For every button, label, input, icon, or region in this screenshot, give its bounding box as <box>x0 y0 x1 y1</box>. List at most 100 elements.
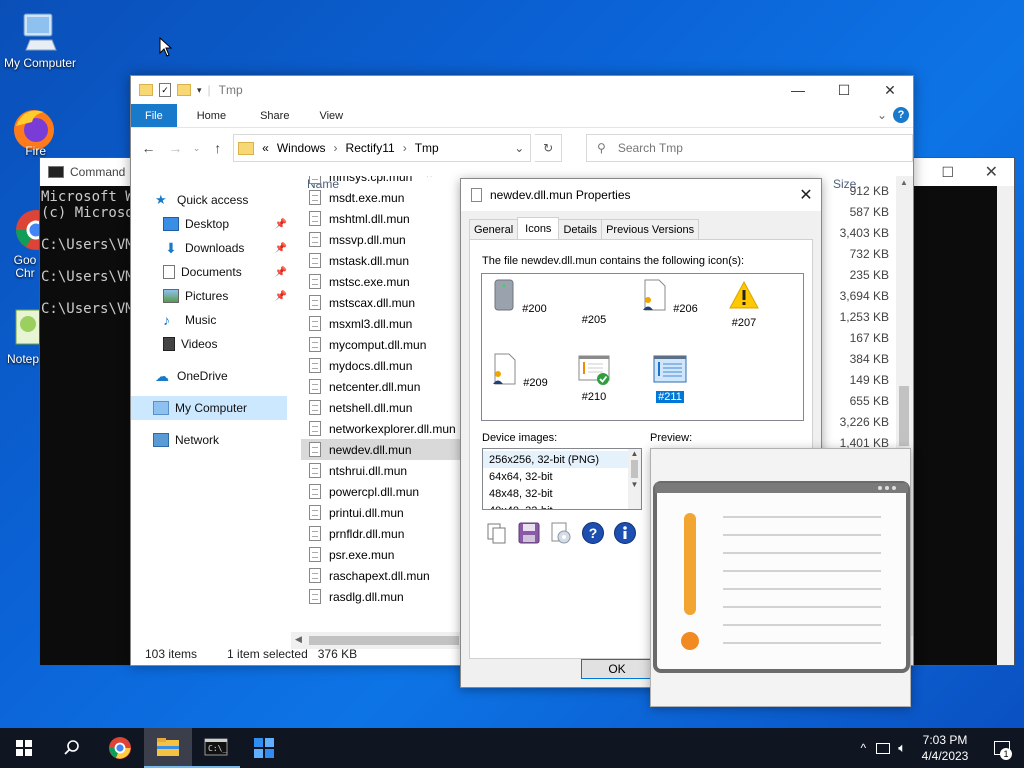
ok-button[interactable]: OK <box>581 659 653 679</box>
breadcrumb-sep[interactable]: › <box>403 141 407 155</box>
icon-cell[interactable]: #209 <box>490 352 550 389</box>
notification-center-button[interactable]: 1 <box>980 728 1024 768</box>
close-button[interactable]: ✕ <box>867 76 913 104</box>
show-hidden-icons-icon[interactable]: ^ <box>861 741 867 755</box>
list-item[interactable]: 64x64, 32-bit <box>483 468 641 485</box>
nav-quick-access[interactable]: ★ Quick access <box>131 188 287 212</box>
breadcrumb-sep[interactable]: › <box>334 141 338 155</box>
properties-icon[interactable]: ✓ <box>159 83 171 97</box>
expand-ribbon-icon[interactable]: ⌄ <box>877 108 887 122</box>
save-button[interactable] <box>516 520 542 546</box>
scroll-thumb[interactable] <box>631 460 638 478</box>
tab-view[interactable]: View <box>303 104 359 127</box>
file-row[interactable]: msxml3.dll.mun <box>301 313 461 334</box>
tab-home[interactable]: Home <box>177 104 246 127</box>
help-icon[interactable]: ? <box>893 107 909 123</box>
taskbar-file-explorer[interactable] <box>144 728 192 768</box>
tab-previous-versions[interactable]: Previous Versions <box>601 219 700 239</box>
start-button[interactable] <box>0 728 48 768</box>
tab-details[interactable]: Details <box>558 219 603 239</box>
back-button[interactable]: ← <box>137 140 160 156</box>
recent-locations-button[interactable]: ⌄ <box>191 143 202 154</box>
customize-quick-access-icon[interactable]: ▾ <box>197 85 202 96</box>
icon-cell-selected[interactable]: #211 <box>640 352 700 404</box>
search-input[interactable]: ⚲ Search Tmp <box>586 134 913 162</box>
breadcrumb-rectify11[interactable]: Rectify11 <box>346 141 395 155</box>
file-row[interactable]: mstask.dll.mun <box>301 250 461 271</box>
breadcrumb-windows[interactable]: Windows <box>277 141 326 155</box>
nav-desktop[interactable]: Desktop 📌 <box>131 212 287 236</box>
tab-share[interactable]: Share <box>246 104 303 127</box>
file-row[interactable]: mstscax.dll.mun <box>301 292 461 313</box>
file-row[interactable]: raschapext.dll.mun <box>301 565 461 586</box>
taskbar-rectify11-app[interactable] <box>240 728 288 768</box>
scroll-thumb[interactable] <box>309 636 459 645</box>
nav-downloads[interactable]: ⬇ Downloads 📌 <box>131 236 287 260</box>
help-button[interactable]: ? <box>580 520 606 546</box>
file-row[interactable]: powercpl.dll.mun <box>301 481 461 502</box>
nav-documents[interactable]: Documents 📌 <box>131 260 287 284</box>
address-bar[interactable]: « Windows › Rectify11 › Tmp ⌄ <box>233 134 532 162</box>
forward-button[interactable]: → <box>164 140 187 156</box>
search-button[interactable] <box>48 728 96 768</box>
icon-cell[interactable]: #207 <box>714 278 774 329</box>
file-row[interactable]: networkexplorer.dll.mun <box>301 418 461 439</box>
icon-cell[interactable]: #210 <box>564 352 624 403</box>
file-row[interactable]: msdt.exe.mun <box>301 187 461 208</box>
file-row[interactable]: prnfldr.dll.mun <box>301 523 461 544</box>
nav-network[interactable]: Network <box>131 428 287 452</box>
file-row[interactable]: newdev.dll.mun <box>301 439 461 460</box>
copy-button[interactable] <box>484 520 510 546</box>
network-icon[interactable] <box>876 742 891 754</box>
nav-videos[interactable]: Videos <box>131 332 287 356</box>
file-row[interactable]: printui.dll.mun <box>301 502 461 523</box>
file-row[interactable]: mstsc.exe.mun <box>301 271 461 292</box>
up-button[interactable]: ↑ <box>206 140 229 156</box>
file-row[interactable]: mssvp.dll.mun <box>301 229 461 250</box>
icon-cell[interactable]: #206 <box>640 278 700 315</box>
maximize-button[interactable]: ☐ <box>821 76 867 104</box>
icon-cell[interactable]: #205 <box>564 278 624 326</box>
desktop-icon-notepad[interactable]: Notep <box>6 306 41 366</box>
nav-my-computer[interactable]: My Computer <box>131 396 287 420</box>
address-dropdown-icon[interactable]: ⌄ <box>514 141 524 155</box>
file-row[interactable]: mydocs.dll.mun <box>301 355 461 376</box>
breadcrumb-overflow[interactable]: « <box>262 141 269 155</box>
nav-onedrive[interactable]: ☁ OneDrive <box>131 364 287 388</box>
desktop-icon-my-computer[interactable]: My Computer <box>0 10 80 70</box>
device-images-list[interactable]: 256x256, 32-bit (PNG) 64x64, 32-bit 48x4… <box>482 448 642 510</box>
file-row[interactable]: netshell.dll.mun <box>301 397 461 418</box>
desktop-icon-chrome[interactable]: Goo Chr <box>10 208 56 280</box>
cmd-close-button[interactable]: ✕ <box>985 162 998 182</box>
file-row[interactable]: psr.exe.mun <box>301 544 461 565</box>
icon-cell[interactable]: #200 <box>490 278 550 315</box>
list-scrollbar[interactable]: ▲ ▼ <box>628 449 641 509</box>
taskbar-command-prompt[interactable]: C:\_ <box>192 728 240 768</box>
cmd-maximize-button[interactable]: ☐ <box>941 164 954 181</box>
tab-icons[interactable]: Icons <box>517 217 560 239</box>
extract-button[interactable] <box>548 520 574 546</box>
file-row[interactable]: mycomput.dll.mun <box>301 334 461 355</box>
volume-icon[interactable]: 🔈︎ <box>898 740 906 756</box>
tab-file[interactable]: File <box>131 104 177 127</box>
cmd-scrollbar[interactable] <box>997 186 1014 665</box>
dialog-close-button[interactable]: ✕ <box>791 179 821 211</box>
info-button[interactable] <box>612 520 638 546</box>
icon-grid[interactable]: #200 #205 #206 #207 #209 #210 #211 <box>481 273 804 421</box>
list-item[interactable]: 256x256, 32-bit (PNG) <box>483 451 641 468</box>
file-row[interactable]: rasdlg.dll.mun <box>301 586 461 607</box>
file-row[interactable]: netcenter.dll.mun <box>301 376 461 397</box>
explorer-titlebar[interactable]: ✓ ▾ | Tmp — ☐ ✕ <box>131 76 913 104</box>
list-item[interactable]: 48x48, 32-bit <box>483 485 641 502</box>
breadcrumb-tmp[interactable]: Tmp <box>415 141 439 155</box>
file-row[interactable]: mmsys.cpl.mun <box>301 176 461 187</box>
nav-pictures[interactable]: Pictures 📌 <box>131 284 287 308</box>
scroll-thumb[interactable] <box>899 386 909 446</box>
new-folder-icon[interactable] <box>177 84 191 96</box>
file-row[interactable]: mshtml.dll.mun <box>301 208 461 229</box>
file-row[interactable]: ntshrui.dll.mun <box>301 460 461 481</box>
nav-music[interactable]: ♪ Music <box>131 308 287 332</box>
desktop-icon-firefox[interactable]: Fire <box>0 104 54 158</box>
dialog-titlebar[interactable]: newdev.dll.mun Properties <box>461 179 821 211</box>
tab-general[interactable]: General <box>469 219 519 239</box>
